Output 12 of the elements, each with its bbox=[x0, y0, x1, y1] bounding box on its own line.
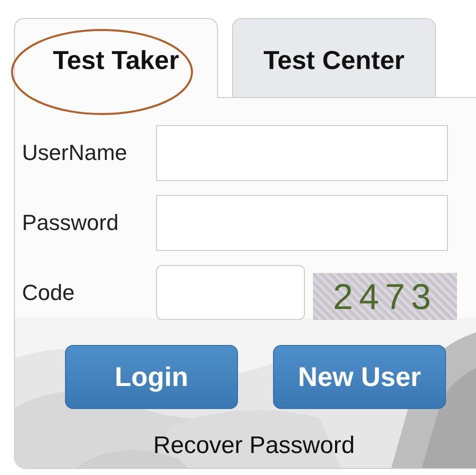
input-field[interactable] bbox=[156, 124, 448, 180]
field-label: Code bbox=[22, 279, 76, 307]
new-user-button[interactable]: New User bbox=[273, 345, 446, 409]
captcha-code: 2473 bbox=[313, 273, 457, 320]
field-label: Password bbox=[22, 209, 120, 237]
tab[interactable]: Test Center bbox=[232, 18, 436, 97]
tab[interactable]: Test Taker bbox=[14, 18, 218, 98]
recover-password-link[interactable]: Recover Password bbox=[153, 428, 355, 464]
login-button[interactable]: Login bbox=[65, 345, 238, 409]
code-field[interactable] bbox=[156, 265, 305, 320]
input-field[interactable] bbox=[156, 194, 448, 250]
field-label: UserName bbox=[22, 139, 128, 167]
